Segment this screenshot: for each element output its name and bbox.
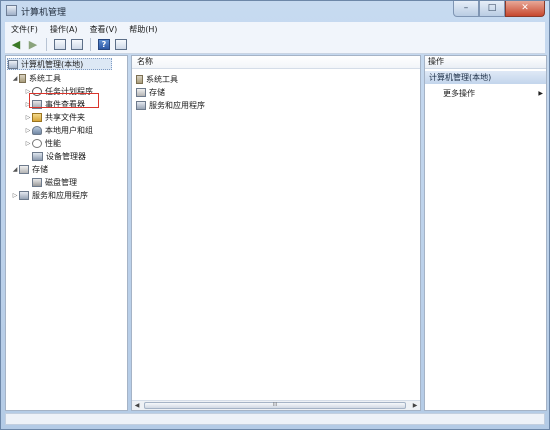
tree-item-local-users[interactable]: ▷ 本地用户和组 <box>24 124 93 136</box>
list-item[interactable]: 服务和应用程序 <box>136 99 205 111</box>
actions-section-title[interactable]: 计算机管理(本地) <box>425 71 546 84</box>
actions-pane: 操作 计算机管理(本地) 更多操作 ▶ <box>424 55 547 411</box>
tree-item-system-tools[interactable]: ◢ 系统工具 <box>11 72 61 84</box>
window-controls: – □ ✕ <box>453 1 545 18</box>
services-icon <box>136 100 146 110</box>
back-arrow-icon: ◀ <box>11 37 21 51</box>
tree-item-device-manager[interactable]: 设备管理器 <box>32 150 86 162</box>
computer-management-icon <box>6 5 17 16</box>
scroll-left-icon[interactable]: ◀ <box>132 401 142 410</box>
show-hide-action-pane-button[interactable] <box>114 38 128 51</box>
window-title: 计算机管理 <box>21 8 67 18</box>
expand-icon[interactable]: ▷ <box>24 127 32 134</box>
console-tree: 计算机管理(本地) ◢ 系统工具 ▷ 任务计划程序 ▷ 事件查看器 ▷ 共享文件… <box>5 55 128 411</box>
tree-label: 磁盘管理 <box>45 177 77 187</box>
tree-label: 服务和应用程序 <box>32 190 88 200</box>
tree-item-computer-management[interactable]: 计算机管理(本地) <box>7 58 112 70</box>
actions-header: 操作 <box>425 56 546 69</box>
tree-label: 系统工具 <box>29 73 61 83</box>
list-item-label: 服务和应用程序 <box>149 100 205 110</box>
collapse-icon[interactable]: ◢ <box>11 75 19 82</box>
system-tools-icon <box>136 74 143 84</box>
expand-icon[interactable]: ▷ <box>11 192 19 199</box>
tree-label: 计算机管理(本地) <box>21 59 84 69</box>
submenu-arrow-icon: ▶ <box>538 90 543 97</box>
column-header-name[interactable]: 名称 <box>132 56 420 69</box>
expand-icon[interactable]: ▷ <box>24 140 32 147</box>
list-item-label: 存储 <box>149 87 165 97</box>
forward-arrow-icon: ▶ <box>28 37 38 51</box>
forward-button[interactable]: ▶ <box>26 38 40 51</box>
expand-icon[interactable]: ▷ <box>24 114 32 121</box>
menu-help[interactable]: 帮助(H) <box>123 24 163 35</box>
tree-item-storage[interactable]: ◢ 存储 <box>11 163 48 175</box>
status-bar <box>5 413 545 425</box>
toolbar-separator <box>46 38 47 51</box>
menu-view[interactable]: 查看(V) <box>84 24 124 35</box>
show-hide-tree-button[interactable] <box>53 38 67 51</box>
tree-item-disk-management[interactable]: 磁盘管理 <box>32 176 77 188</box>
scroll-right-icon[interactable]: ▶ <box>410 401 420 410</box>
tree-label: 设备管理器 <box>46 151 86 161</box>
back-button[interactable]: ◀ <box>9 38 23 51</box>
tree-item-shared-folders[interactable]: ▷ 共享文件夹 <box>24 111 85 123</box>
list-item[interactable]: 系统工具 <box>136 73 178 85</box>
shared-folder-icon <box>32 112 42 122</box>
tree-label: 本地用户和组 <box>45 125 93 135</box>
action-pane-icon <box>115 39 127 50</box>
toolbar-separator <box>90 38 91 51</box>
tree-label: 存储 <box>32 164 48 174</box>
red-highlight-box <box>29 93 99 108</box>
close-button[interactable]: ✕ <box>505 1 545 17</box>
services-icon <box>19 190 29 200</box>
maximize-button[interactable]: □ <box>479 1 505 17</box>
toolbar: ◀ ▶ ? <box>5 36 545 54</box>
computer-management-window: 计算机管理 – □ ✕ 文件(F) 操作(A) 查看(V) 帮助(H) ◀ ▶ … <box>0 0 550 430</box>
menu-bar: 文件(F) 操作(A) 查看(V) 帮助(H) <box>5 22 545 36</box>
results-pane: 名称 系统工具 存储 服务和应用程序 ◀ III ▶ <box>131 55 421 411</box>
title-bar: 计算机管理 – □ ✕ <box>1 1 549 21</box>
device-manager-icon <box>32 151 43 161</box>
minimize-button[interactable]: – <box>453 1 479 17</box>
users-icon <box>32 125 42 135</box>
list-item-label: 系统工具 <box>146 74 178 84</box>
menu-action[interactable]: 操作(A) <box>44 24 84 35</box>
help-icon: ? <box>98 39 110 50</box>
menu-file[interactable]: 文件(F) <box>5 24 44 35</box>
properties-button[interactable] <box>70 38 84 51</box>
tree-item-performance[interactable]: ▷ 性能 <box>24 137 61 149</box>
scroll-thumb[interactable]: III <box>144 402 406 409</box>
properties-icon <box>71 39 83 50</box>
disk-icon <box>32 177 42 187</box>
storage-icon <box>136 87 146 97</box>
tree-label: 性能 <box>45 138 61 148</box>
more-actions-link[interactable]: 更多操作 <box>443 88 543 100</box>
tree-item-services-apps[interactable]: ▷ 服务和应用程序 <box>11 189 88 201</box>
system-tools-icon <box>19 73 26 83</box>
help-button[interactable]: ? <box>97 38 111 51</box>
horizontal-scrollbar[interactable]: ◀ III ▶ <box>132 400 420 410</box>
storage-icon <box>19 164 29 174</box>
console-tree-icon <box>54 39 66 50</box>
performance-icon <box>32 138 42 148</box>
computer-management-icon <box>8 59 18 69</box>
list-item[interactable]: 存储 <box>136 86 165 98</box>
tree-label: 共享文件夹 <box>45 112 85 122</box>
collapse-icon[interactable]: ◢ <box>11 166 19 173</box>
